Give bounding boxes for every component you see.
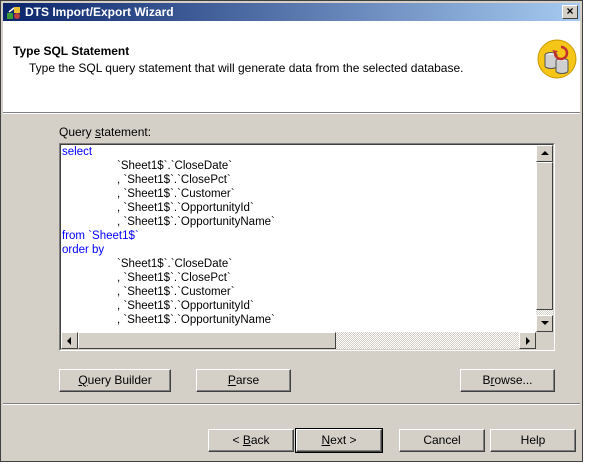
horizontal-scrollbar[interactable] (61, 332, 536, 349)
page-title: Type SQL Statement (13, 44, 130, 58)
footer-separator-highlight (3, 404, 580, 405)
database-refresh-icon (537, 39, 577, 79)
back-button[interactable]: < Back (208, 429, 294, 452)
code-line: , `Sheet1$`.`OpportunityId` (117, 202, 254, 214)
code-line: , `Sheet1$`.`ClosePct` (117, 272, 231, 284)
arrow-left-icon (67, 337, 71, 345)
code-line: , `Sheet1$`.`OpportunityName` (117, 314, 275, 326)
vertical-scroll-thumb[interactable] (536, 162, 553, 310)
arrow-down-icon (541, 321, 549, 325)
code-line: , `Sheet1$`.`Customer` (117, 286, 235, 298)
window-title: DTS Import/Export Wizard (25, 5, 174, 19)
scrollbar-corner (536, 332, 553, 349)
title-bar[interactable]: DTS Import/Export Wizard × (3, 3, 580, 21)
horizontal-scroll-thumb[interactable] (78, 332, 336, 349)
code-line: , `Sheet1$`.`OpportunityId` (117, 300, 254, 312)
query-builder-button[interactable]: Query Builder (59, 369, 171, 392)
next-button[interactable]: Next > (295, 428, 383, 453)
close-button[interactable]: × (562, 5, 578, 19)
help-button[interactable]: Help (490, 429, 576, 452)
scroll-right-button[interactable] (519, 332, 536, 349)
query-statement-editor[interactable]: select `Sheet1$`.`CloseDate` , `Sheet1$`… (59, 143, 555, 351)
code-line: order by (62, 244, 105, 256)
parse-button[interactable]: Parse (196, 369, 291, 392)
code-line: from `Sheet1$` (62, 230, 139, 242)
code-line: select (62, 146, 93, 158)
vertical-scrollbar[interactable] (536, 145, 553, 332)
scroll-down-button[interactable] (536, 315, 553, 332)
scroll-left-button[interactable] (61, 332, 78, 349)
browse-button[interactable]: Browse... (460, 369, 555, 392)
code-line: `Sheet1$`.`CloseDate` (117, 160, 233, 172)
dts-app-icon (7, 7, 20, 19)
cancel-button[interactable]: Cancel (399, 429, 485, 452)
code-line: , `Sheet1$`.`Customer` (117, 188, 235, 200)
query-statement-label: Query statement: (59, 125, 152, 139)
header-separator (3, 113, 580, 114)
wizard-header: Type SQL Statement Type the SQL query st… (3, 21, 580, 113)
arrow-up-icon (541, 151, 549, 155)
close-icon: × (566, 4, 574, 18)
query-text-area[interactable]: select `Sheet1$`.`CloseDate` , `Sheet1$`… (62, 145, 536, 333)
scroll-up-button[interactable] (536, 145, 553, 162)
arrow-right-icon (526, 337, 530, 345)
code-line: , `Sheet1$`.`OpportunityName` (117, 216, 275, 228)
code-line: , `Sheet1$`.`ClosePct` (117, 174, 231, 186)
page-subtitle: Type the SQL query statement that will g… (29, 61, 464, 75)
code-line: `Sheet1$`.`CloseDate` (117, 258, 233, 270)
wizard-window: DTS Import/Export Wizard × Type SQL Stat… (0, 0, 583, 462)
